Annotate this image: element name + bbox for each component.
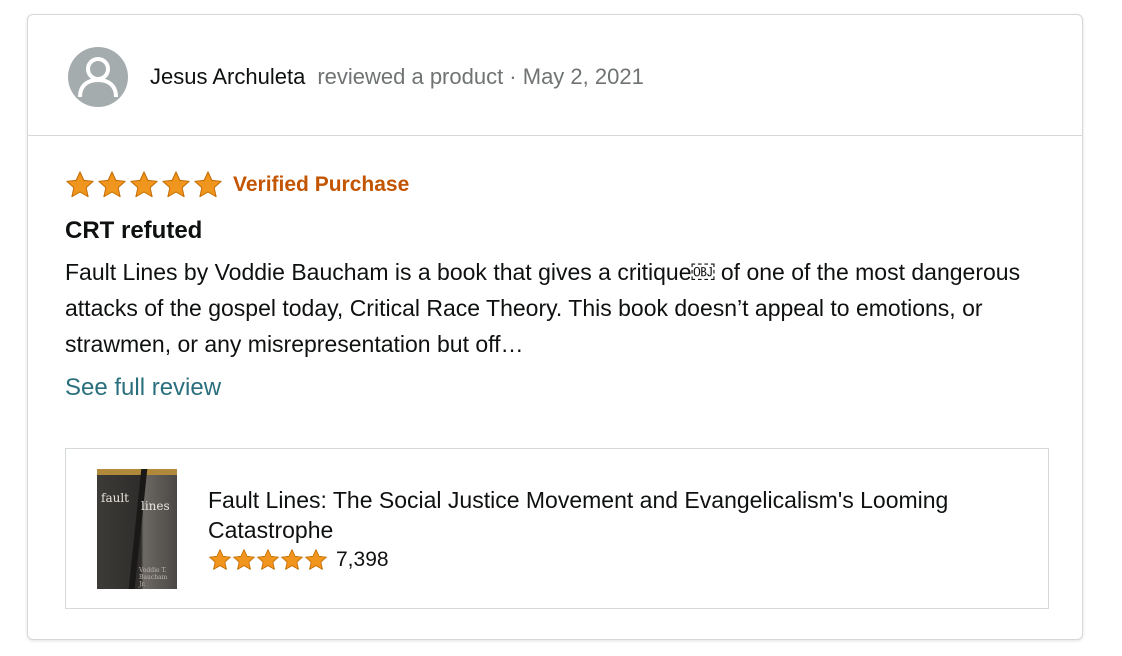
product-info: Fault Lines: The Social Justice Movement…	[208, 485, 1028, 573]
cover-title-right: lines	[141, 499, 170, 513]
star-icon	[161, 170, 191, 200]
reviewer-name[interactable]: Jesus Archuleta	[150, 64, 305, 89]
star-icon	[304, 548, 328, 572]
review-header: Jesus Archuleta reviewed a product · May …	[28, 15, 1082, 136]
star-icon	[208, 548, 232, 572]
product-rating-row: 7,398	[208, 547, 1028, 573]
review-star-rating	[65, 170, 223, 200]
star-icon	[97, 170, 127, 200]
product-card[interactable]: fault lines Voddie T. Baucham Jr. Fault …	[65, 448, 1049, 609]
star-icon	[193, 170, 223, 200]
product-cover-image[interactable]: fault lines Voddie T. Baucham Jr.	[97, 469, 177, 589]
review-title: CRT refuted	[65, 217, 203, 244]
reviewer-line: Jesus Archuleta reviewed a product · May …	[150, 62, 644, 92]
star-icon	[232, 548, 256, 572]
see-full-review-link[interactable]: See full review	[65, 372, 1045, 404]
star-icon	[129, 170, 159, 200]
product-title[interactable]: Fault Lines: The Social Justice Movement…	[208, 485, 1028, 545]
review-card: Jesus Archuleta reviewed a product · May …	[27, 14, 1083, 640]
star-icon	[280, 548, 304, 572]
user-avatar-icon[interactable]	[68, 47, 128, 107]
rating-row: Verified Purchase	[65, 168, 1045, 202]
product-star-rating[interactable]	[208, 548, 328, 572]
star-icon	[256, 548, 280, 572]
review-text: Fault Lines by Voddie Baucham is a book …	[65, 259, 1021, 357]
cover-title-left: fault	[101, 491, 129, 505]
review-meta: reviewed a product · May 2, 2021	[317, 64, 644, 89]
review-body: Verified Purchase CRT refuted Fault Line…	[65, 168, 1045, 404]
verified-purchase-badge: Verified Purchase	[233, 173, 410, 196]
rating-count[interactable]: 7,398	[336, 547, 389, 573]
star-icon	[65, 170, 95, 200]
cover-author: Voddie T. Baucham Jr.	[139, 567, 168, 588]
cover-band	[97, 469, 177, 475]
